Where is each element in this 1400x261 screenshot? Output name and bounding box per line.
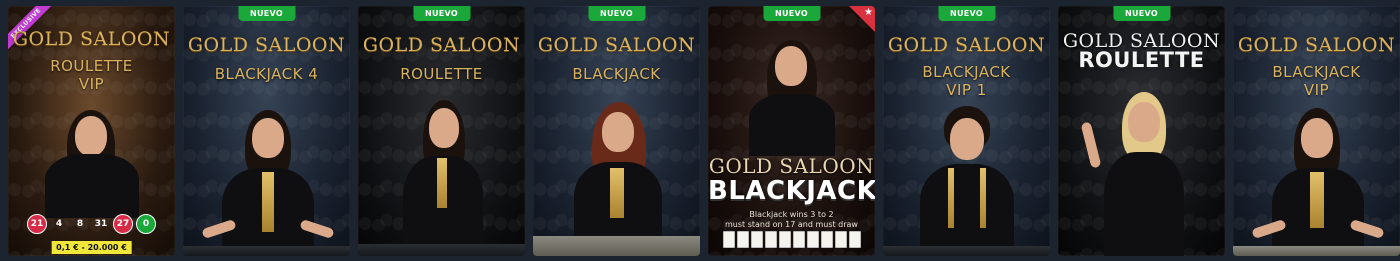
featured-title: GOLD SALOON BLACKJACK: [708, 154, 875, 206]
game-tiles-row: EXCLUSIVE GOLD SALOON ROULETTE VIP 21 4 …: [8, 6, 1400, 256]
featured-title-line-2: BLACKJACK: [708, 176, 875, 206]
rule-text: Blackjack wins 3 to 2: [749, 210, 834, 219]
table-edge: [183, 246, 350, 256]
game-subtitle-line-1: BLACKJACK: [922, 63, 1011, 81]
game-tile-gold-saloon-roulette[interactable]: NUEVO GOLD SALOON ROULETTE: [358, 6, 525, 256]
game-brand-title: GOLD SALOON: [12, 28, 171, 50]
new-badge: NUEVO: [412, 6, 471, 21]
game-brand-title: GOLD SALOON: [537, 34, 696, 56]
game-tile-gold-saloon-blackjack-4[interactable]: NUEVO GOLD SALOON BLACKJACK 4: [183, 6, 350, 256]
game-brand-title: GOLD SALOON: [362, 34, 521, 56]
new-badge: NUEVO: [762, 6, 821, 21]
roulette-recent-numbers: 21 4 8 31 27 0: [12, 214, 171, 234]
game-brand-title: GOLD SALOON: [1237, 34, 1396, 56]
game-subtitle-line-1: BLACKJACK: [572, 65, 661, 83]
dealer-image: [552, 98, 682, 248]
new-badge: NUEVO: [937, 6, 996, 21]
dealer-image: [1250, 106, 1385, 256]
new-badge: NUEVO: [1112, 6, 1171, 21]
dealer-image: [902, 106, 1032, 256]
bet-limit-badge: 0,1 € - 20.000 €: [51, 241, 132, 254]
game-subtitle-line-1: BLACKJACK 4: [214, 65, 319, 83]
game-subtitle-line-1: ROULETTE: [400, 65, 483, 83]
new-badge: NUEVO: [587, 6, 646, 21]
table-edge: [1233, 246, 1400, 256]
featured-title-line-1: GOLD SALOON: [708, 154, 875, 178]
game-subtitle-line-1: ROULETTE: [50, 57, 133, 75]
dealer-image: [200, 106, 335, 256]
game-tile-gold-saloon-blackjack[interactable]: NUEVO GOLD SALOON BLACKJACK: [533, 6, 700, 256]
game-tile-gold-saloon-blackjack-vip[interactable]: GOLD SALOON BLACKJACK VIP: [1233, 6, 1400, 256]
game-tile-gold-saloon-roulette-2[interactable]: NUEVO GOLD SALOON ROULETTE: [1058, 6, 1225, 256]
game-subtitle-line-2: VIP 1: [946, 81, 987, 99]
roulette-number: 27: [113, 214, 133, 234]
dealer-image: [737, 36, 847, 156]
new-badge: NUEVO: [237, 6, 296, 21]
game-tile-gold-saloon-blackjack-featured[interactable]: NUEVO ★ GOLD SALOON BLACKJACK Blackjack …: [708, 6, 875, 256]
roulette-number: 4: [55, 219, 63, 229]
game-tile-gold-saloon-roulette-vip[interactable]: EXCLUSIVE GOLD SALOON ROULETTE VIP 21 4 …: [8, 6, 175, 256]
roulette-number: 21: [27, 214, 47, 234]
table-edge: [358, 244, 525, 256]
game-brand-title: GOLD SALOON: [887, 34, 1046, 56]
roulette-number: 0: [136, 214, 156, 234]
game-subtitle-line-1: BLACKJACK: [1272, 63, 1361, 81]
table-edge: [883, 246, 1050, 256]
dealer-image: [37, 98, 147, 218]
dealer-image: [387, 98, 497, 256]
game-subtitle-line-2: VIP: [1303, 81, 1330, 99]
game-brand-title: GOLD SALOON: [187, 34, 346, 56]
game-subtitle-line-2: VIP: [78, 75, 105, 93]
roulette-number: 8: [76, 219, 84, 229]
roulette-number: 31: [94, 219, 108, 229]
dealer-image: [1080, 92, 1202, 256]
game-tile-gold-saloon-blackjack-vip-1[interactable]: NUEVO GOLD SALOON BLACKJACK VIP 1: [883, 6, 1050, 256]
cards-on-table: [718, 224, 865, 248]
table-edge: [533, 236, 700, 256]
game-subtitle-line-1: ROULETTE: [1078, 48, 1205, 72]
